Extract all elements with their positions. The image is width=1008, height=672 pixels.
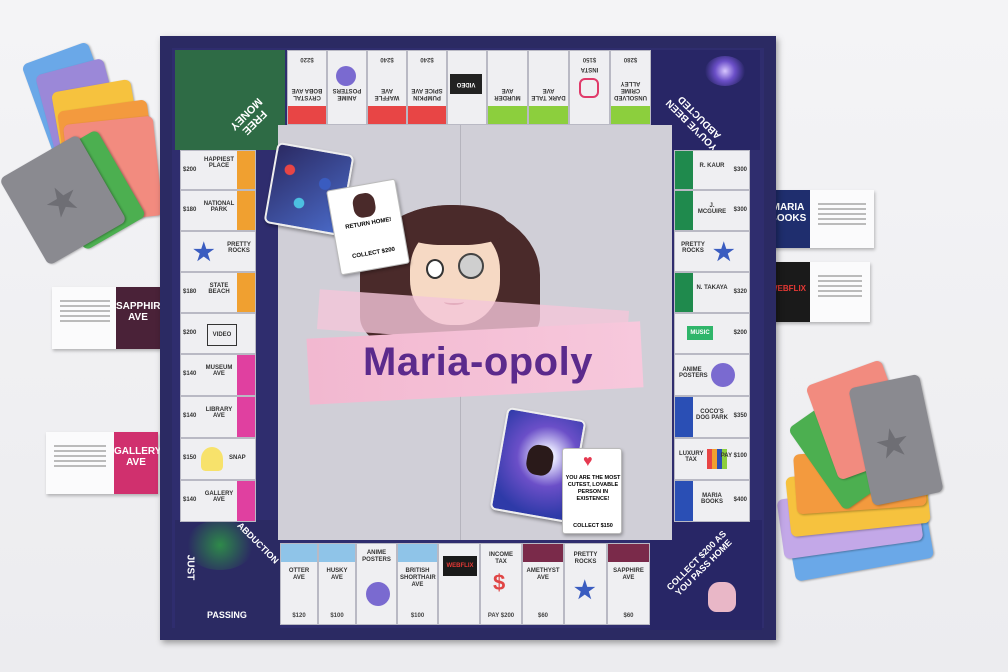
space-dark-tale-ave[interactable]: DARK TALE AVE: [528, 50, 569, 125]
insta-icon: [579, 78, 599, 98]
space-waffle-ave[interactable]: WAFFLE AVE $240: [367, 50, 407, 125]
space-happiest-place[interactable]: HAPPIEST PLACE $200: [180, 150, 256, 190]
space-cocos-dog-park[interactable]: COCO'S DOG PARK $350: [674, 396, 750, 438]
pretty-rocks-icon: ★: [574, 577, 596, 604]
video-icon: VIDEO: [450, 74, 482, 94]
heart-icon: ♥: [583, 453, 593, 470]
star-icon: ★: [870, 418, 915, 470]
space-n-takaya[interactable]: N. TAKAYA $320: [674, 272, 750, 313]
card-fan-right[interactable]: ★: [770, 359, 970, 600]
anime-poster-icon: [336, 66, 356, 86]
corner-free-money: FREE MONEY: [175, 50, 285, 150]
anime-poster-icon: [366, 582, 390, 606]
deed-card-gallery[interactable]: GALLERY AVE: [46, 432, 161, 494]
space-snap[interactable]: SNAP $150: [180, 438, 256, 480]
space-unsolved-crime-alley[interactable]: UNSOLVED CRIME ALLEY $280: [610, 50, 651, 125]
right-column: R. KAUR $300 J. MCGUIRE $300 PRETTY ROCK…: [674, 150, 750, 522]
space-british-shorthair-ave[interactable]: BRITISH SHORTHAIR AVE $100: [397, 543, 438, 625]
space-murder-ave[interactable]: MURDER AVE: [487, 50, 528, 125]
space-library-ave[interactable]: LIBRARY AVE $140: [180, 396, 256, 438]
left-column: HAPPIEST PLACE $200 NATIONAL PARK $180 ★…: [180, 150, 256, 522]
space-anime-posters[interactable]: ANIME POSTERS: [327, 50, 367, 125]
space-pretty-rocks-bottom[interactable]: PRETTY ROCKS ★: [564, 543, 607, 625]
space-j-mcguire[interactable]: J. MCGUIRE $300: [674, 190, 750, 231]
space-gallery-ave[interactable]: GALLERY AVE $140: [180, 480, 256, 522]
deed-card-webflix[interactable]: WEBFLIX: [766, 262, 870, 322]
space-video-left[interactable]: VIDEO $200: [180, 313, 256, 354]
anime-poster-icon: [711, 363, 735, 387]
compliment-card[interactable]: ♥ YOU ARE THE MOST CUTEST, LOVABLE PERSO…: [562, 448, 622, 534]
space-r-kaur[interactable]: R. KAUR $300: [674, 150, 750, 190]
bottom-row: OTTER AVE $120 HUSKY AVE $100 ANIME POSTER…: [280, 543, 650, 625]
space-video[interactable]: VIDEO: [447, 50, 487, 125]
space-pretty-rocks-right[interactable]: PRETTY ROCKS ★: [674, 231, 750, 272]
space-museum-ave[interactable]: MUSEUM AVE $140: [180, 354, 256, 396]
space-pumpkin-spice-ave[interactable]: PUMPKIN SPICE AVE $240: [407, 50, 447, 125]
space-state-beach[interactable]: STATE BEACH $180: [180, 272, 256, 313]
game-title: Maria-opoly: [363, 340, 593, 384]
space-husky-ave[interactable]: HUSKY AVE $100: [318, 543, 356, 625]
space-anime-posters-right[interactable]: ANIME POSTERS: [674, 354, 750, 396]
space-anime-posters-bottom[interactable]: ANIME POSTERS: [356, 543, 397, 625]
card-fan-left[interactable]: ★: [0, 40, 173, 270]
books-icon: [707, 449, 727, 469]
pretty-rocks-icon: ★: [713, 239, 735, 266]
galaxy-icon: [705, 56, 745, 86]
music-icon: MUSIC: [687, 326, 713, 340]
snap-ghost-icon: [201, 447, 223, 471]
space-insta[interactable]: INSTA $150: [569, 50, 610, 125]
pretty-rocks-icon: ★: [193, 239, 215, 266]
space-otter-ave[interactable]: OTTER AVE $120: [280, 543, 318, 625]
space-music[interactable]: MUSIC $200: [674, 313, 750, 354]
space-national-park[interactable]: NATIONAL PARK $180: [180, 190, 256, 231]
space-income-tax[interactable]: INCOME TAX $ PAY $200: [480, 543, 522, 625]
star-icon: ★: [36, 173, 90, 230]
space-amethyst-ave[interactable]: AMETHYST AVE $60: [522, 543, 564, 625]
space-maria-books[interactable]: MARIA BOOKS $400: [674, 480, 750, 522]
space-crystal-boba-ave[interactable]: CRYSTAL BOBA AVE $220: [287, 50, 327, 125]
return-home-card[interactable]: RETURN HOME! COLLECT $200: [326, 178, 410, 276]
deed-card-sapphire[interactable]: SAPPHIRE AVE: [52, 287, 167, 349]
corner-just-passing: ABDUCTION JUST PASSING: [175, 520, 281, 630]
space-pretty-rocks-left[interactable]: ★ PRETTY ROCKS: [180, 231, 256, 272]
monocle-icon: [458, 253, 484, 279]
dollar-icon: $: [493, 570, 506, 595]
space-webflix[interactable]: WEBFLIX: [438, 543, 480, 625]
avatar-icon: [351, 191, 378, 220]
webflix-icon: WEBFLIX: [443, 556, 477, 576]
video-icon: VIDEO: [207, 324, 237, 346]
deed-card-maria-books[interactable]: MARIA BOOKS: [766, 190, 874, 248]
space-luxury-tax[interactable]: LUXURY TAX PAY $100: [674, 438, 750, 480]
eye-icon: [426, 259, 444, 279]
space-sapphire-ave[interactable]: SAPPHIRE AVE $60: [607, 543, 650, 625]
avatar-icon: [524, 443, 556, 478]
top-row: CRYSTAL BOBA AVE $220 ANIME POSTERS WAFFL…: [287, 50, 651, 125]
avatar-icon: [708, 582, 736, 612]
